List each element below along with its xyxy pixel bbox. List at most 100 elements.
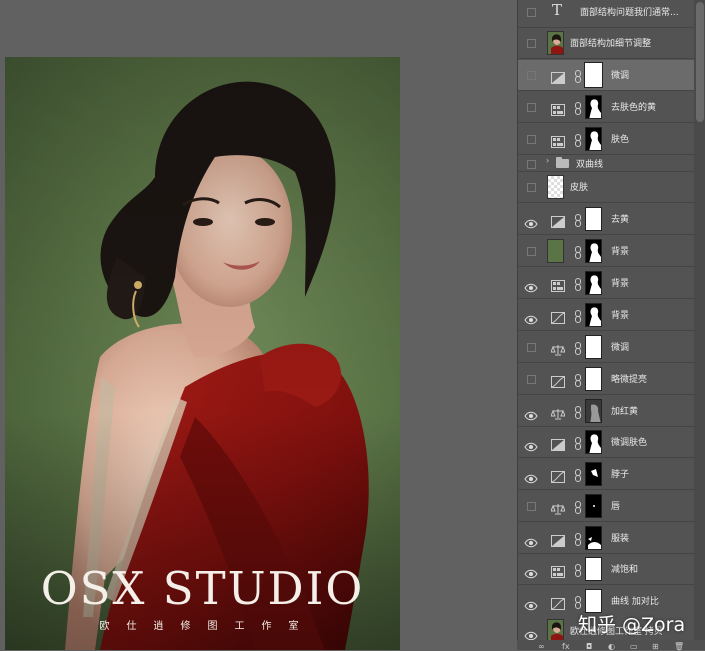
curves-adjustment-icon [551, 309, 565, 324]
bw-adjustment-icon [551, 532, 565, 547]
layer-name[interactable]: 背景 [611, 244, 629, 257]
layer-row[interactable]: 服装 [518, 523, 694, 554]
layer-mask-thumbnail[interactable] [585, 526, 602, 550]
link-icon[interactable] [575, 276, 581, 291]
link-icon[interactable] [575, 68, 581, 83]
layer-mask-thumbnail[interactable] [584, 62, 603, 88]
visibility-toggle[interactable] [527, 183, 536, 192]
link-icon[interactable] [575, 435, 581, 450]
visibility-toggle[interactable] [527, 39, 536, 48]
layer-mask-thumbnail[interactable] [585, 271, 602, 295]
layer-mask-thumbnail[interactable] [585, 127, 602, 151]
layer-name[interactable]: 微调肤色 [611, 435, 647, 448]
link-icon[interactable] [575, 308, 581, 323]
layer-row[interactable]: 减饱和 [518, 554, 694, 585]
layer-name[interactable]: 双曲线 [576, 157, 603, 170]
eye-icon[interactable] [524, 214, 538, 229]
layer-row[interactable]: T 面部结构问题我们通常... [518, 0, 694, 28]
layer-name[interactable]: 背景 [611, 276, 629, 289]
layer-row[interactable]: 去肤色的黄 [518, 92, 694, 123]
layer-row[interactable]: 微调 [518, 332, 694, 363]
link-icon[interactable] [575, 594, 581, 609]
layer-name[interactable]: 唇 [611, 499, 620, 512]
layer-row[interactable]: 加红黄 [518, 396, 694, 427]
layers-panel[interactable]: T 面部结构问题我们通常... 面部结构加细节调整 微调 去肤色的黄 肤色 › 双曲线 皮肤 去黄… [517, 0, 705, 650]
eye-icon[interactable] [524, 596, 538, 611]
layer-row[interactable]: 背景 [518, 300, 694, 331]
document-photo[interactable]: OSX STUDIO 欧仕逍修图工作室 [5, 57, 400, 650]
layer-mask-thumbnail[interactable] [585, 335, 602, 359]
link-icon[interactable] [575, 562, 581, 577]
visibility-toggle[interactable] [527, 343, 536, 352]
chevron-right-icon[interactable]: › [546, 156, 549, 165]
layer-name[interactable]: 皮肤 [570, 180, 588, 193]
eye-icon[interactable] [524, 626, 538, 641]
layer-mask-thumbnail[interactable] [585, 207, 602, 231]
link-icon[interactable] [575, 404, 581, 419]
eye-icon[interactable] [524, 564, 538, 579]
link-icon[interactable] [575, 499, 581, 514]
layer-row[interactable]: 微调 [518, 60, 694, 91]
visibility-toggle[interactable] [527, 160, 536, 169]
canvas-area[interactable]: OSX STUDIO 欧仕逍修图工作室 [0, 0, 517, 650]
layer-name[interactable]: 略微提亮 [611, 372, 647, 385]
layer-name[interactable]: 减饱和 [611, 562, 638, 575]
layer-mask-thumbnail[interactable] [585, 303, 602, 327]
eye-icon[interactable] [524, 310, 538, 325]
visibility-toggle[interactable] [527, 247, 536, 256]
link-icon[interactable] [575, 100, 581, 115]
layer-mask-thumbnail[interactable] [585, 494, 602, 518]
layer-row[interactable]: › 双曲线 [518, 155, 694, 172]
link-icon[interactable] [575, 467, 581, 482]
layer-row[interactable]: 去黄 [518, 204, 694, 235]
layer-name[interactable]: 微调 [611, 68, 629, 81]
visibility-toggle[interactable] [527, 502, 536, 511]
layer-mask-thumbnail[interactable] [585, 239, 602, 263]
layer-name[interactable]: 肤色 [611, 132, 629, 145]
layer-name[interactable]: 去肤色的黄 [611, 100, 656, 113]
layer-name[interactable]: 微调 [611, 340, 629, 353]
layer-name[interactable]: 面部结构问题我们通常... [580, 5, 679, 18]
eye-icon[interactable] [524, 469, 538, 484]
scrollbar-thumb[interactable] [696, 2, 704, 122]
link-icon[interactable] [575, 212, 581, 227]
eye-icon[interactable] [524, 437, 538, 452]
layer-row[interactable]: 唇 [518, 491, 694, 522]
layer-mask-thumbnail[interactable] [585, 95, 602, 119]
link-icon[interactable] [575, 244, 581, 259]
curves-adjustment-icon [551, 468, 565, 483]
layer-row[interactable]: 微调肤色 [518, 427, 694, 458]
link-icon[interactable] [575, 132, 581, 147]
layer-row[interactable]: 皮肤 [518, 172, 694, 203]
link-icon[interactable] [575, 340, 581, 355]
layer-name[interactable]: 曲线 加对比 [611, 594, 659, 607]
layer-row[interactable]: 脖子 [518, 459, 694, 490]
watermark-title: OSX STUDIO [40, 562, 365, 615]
visibility-toggle[interactable] [527, 71, 536, 80]
visibility-toggle[interactable] [527, 8, 536, 17]
visibility-toggle[interactable] [527, 135, 536, 144]
eye-icon[interactable] [524, 278, 538, 293]
layer-row[interactable]: 肤色 [518, 124, 694, 155]
eye-icon[interactable] [524, 533, 538, 548]
layer-name[interactable]: 服装 [611, 531, 629, 544]
layer-mask-thumbnail[interactable] [585, 557, 602, 581]
layer-mask-thumbnail[interactable] [585, 462, 602, 486]
layer-mask-thumbnail[interactable] [585, 430, 602, 454]
eye-icon[interactable] [524, 406, 538, 421]
layer-name[interactable]: 加红黄 [611, 404, 638, 417]
layer-row[interactable]: 背景 [518, 236, 694, 267]
layer-mask-thumbnail[interactable] [585, 399, 602, 423]
visibility-toggle[interactable] [527, 103, 536, 112]
visibility-toggle[interactable] [527, 375, 536, 384]
layer-mask-thumbnail[interactable] [585, 367, 602, 391]
layer-name[interactable]: 脖子 [611, 467, 629, 480]
link-icon[interactable] [575, 531, 581, 546]
layer-name[interactable]: 面部结构加细节调整 [570, 36, 651, 49]
layer-name[interactable]: 去黄 [611, 212, 629, 225]
layer-name[interactable]: 背景 [611, 308, 629, 321]
layer-row[interactable]: 面部结构加细节调整 [518, 28, 694, 59]
layer-row[interactable]: 背景 [518, 268, 694, 299]
link-icon[interactable] [575, 372, 581, 387]
layer-row[interactable]: 略微提亮 [518, 364, 694, 395]
